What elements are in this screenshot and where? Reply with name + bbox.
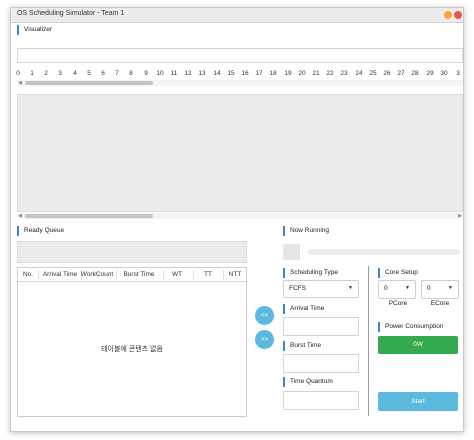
process-table: No. Arrival Time WorkCount Burst Time WT… — [17, 267, 247, 417]
running-progress-bar — [308, 249, 460, 255]
time-tick: 10 — [156, 70, 164, 77]
ready-queue-bar — [17, 241, 247, 263]
app-window: OS Scheduling Simulator - Team 1 Visuali… — [10, 7, 464, 432]
time-tick: 7 — [115, 70, 119, 77]
time-tick: 25 — [369, 70, 377, 77]
chevron-down-icon: ▼ — [448, 285, 453, 291]
power-consumption-value: 0W — [378, 336, 458, 354]
column-header[interactable]: TT — [204, 271, 212, 278]
time-tick: 4 — [73, 70, 77, 77]
close-button[interactable] — [454, 11, 462, 19]
table-empty-message: 테이블에 콘텐츠 없음 — [101, 346, 163, 353]
time-tick: 20 — [298, 70, 306, 77]
power-consumption-label: Power Consumption — [378, 322, 444, 332]
time-tick: 13 — [198, 70, 206, 77]
next-step-button[interactable]: >> — [255, 330, 274, 349]
time-tick: 2 — [44, 70, 48, 77]
arrow-left-icon[interactable]: ◀ — [17, 80, 23, 86]
time-tick: 28 — [411, 70, 419, 77]
time-tick: 27 — [397, 70, 405, 77]
time-tick: 14 — [213, 70, 221, 77]
minimize-button[interactable] — [444, 11, 452, 19]
column-divider — [223, 270, 224, 280]
arrow-right-icon[interactable]: ▶ — [457, 213, 463, 219]
time-tick: 23 — [340, 70, 348, 77]
window-title: OS Scheduling Simulator - Team 1 — [17, 10, 125, 17]
ready-queue-label: Ready Queue — [17, 226, 64, 236]
time-quantum-label: Time Quantum — [283, 377, 333, 387]
chevron-down-icon: ▼ — [405, 285, 410, 291]
time-tick: 11 — [170, 70, 178, 77]
time-tick: 17 — [255, 70, 263, 77]
burst-time-input[interactable] — [283, 354, 359, 373]
column-separator — [368, 266, 369, 416]
time-tick: 3 — [456, 70, 460, 77]
time-tick: 0 — [16, 70, 20, 77]
time-tick: 19 — [284, 70, 292, 77]
now-running-label: Now Running — [283, 226, 329, 236]
arrival-time-label: Arrival Time — [283, 304, 324, 314]
column-divider — [163, 270, 164, 280]
ecore-label: ECore — [430, 300, 450, 307]
time-tick: 6 — [101, 70, 105, 77]
previous-step-button[interactable]: << — [255, 306, 274, 325]
time-axis: 0 1 2 3 4 5 6 7 8 9 10 11 12 13 14 15 16… — [16, 70, 461, 80]
time-tick: 9 — [144, 70, 148, 77]
gantt-timeline-bar — [17, 48, 463, 63]
time-tick: 26 — [383, 70, 391, 77]
scheduling-type-label: Scheduling Type — [283, 268, 338, 278]
scheduling-type-select[interactable]: FCFS ▼ — [283, 280, 359, 298]
column-divider — [38, 270, 39, 280]
time-tick: 1 — [30, 70, 34, 77]
time-tick: 8 — [129, 70, 133, 77]
gantt-scrollbar[interactable]: ◀ ▶ — [17, 213, 463, 219]
column-header[interactable]: No. — [23, 271, 33, 278]
column-header[interactable]: WT — [172, 271, 182, 278]
arrival-time-input[interactable] — [283, 317, 359, 336]
column-header[interactable]: Burst Time — [123, 271, 154, 278]
pcore-label: PCore — [388, 300, 408, 307]
visualizer-label: Visualizer — [17, 25, 52, 35]
time-tick: 22 — [326, 70, 334, 77]
column-header[interactable]: Arrival Time — [43, 271, 77, 278]
time-quantum-input[interactable] — [283, 391, 359, 410]
scrollbar-thumb[interactable] — [25, 214, 153, 218]
running-process-indicator — [283, 244, 300, 260]
time-tick: 5 — [87, 70, 91, 77]
timeline-scrollbar[interactable]: ◀ — [17, 80, 463, 86]
time-tick: 15 — [227, 70, 235, 77]
column-divider — [116, 270, 117, 280]
time-tick: 24 — [355, 70, 363, 77]
scheduling-type-value: FCFS — [289, 285, 306, 292]
pcore-select[interactable]: 0 ▼ — [378, 280, 416, 299]
column-header[interactable]: WorkCount — [81, 271, 113, 278]
time-tick: 12 — [184, 70, 192, 77]
ecore-select[interactable]: 0 ▼ — [421, 280, 459, 299]
table-header: No. Arrival Time WorkCount Burst Time WT… — [18, 268, 246, 282]
arrow-left-icon[interactable]: ◀ — [17, 213, 23, 219]
time-tick: 16 — [241, 70, 249, 77]
time-tick: 21 — [312, 70, 320, 77]
column-header[interactable]: NTT — [229, 271, 242, 278]
title-bar: OS Scheduling Simulator - Team 1 — [11, 8, 463, 23]
column-divider — [193, 270, 194, 280]
scrollbar-thumb[interactable] — [25, 81, 153, 85]
time-tick: 30 — [440, 70, 448, 77]
core-setup-label: Core Setup — [378, 268, 418, 278]
time-tick: 3 — [58, 70, 62, 77]
burst-time-label: Burst Time — [283, 341, 321, 351]
time-tick: 29 — [426, 70, 434, 77]
chevron-down-icon: ▼ — [348, 285, 353, 291]
gantt-chart-area — [17, 94, 463, 212]
ecore-value: 0 — [427, 285, 431, 292]
time-tick: 18 — [269, 70, 277, 77]
pcore-value: 0 — [384, 285, 388, 292]
start-button[interactable]: Start — [378, 392, 458, 411]
